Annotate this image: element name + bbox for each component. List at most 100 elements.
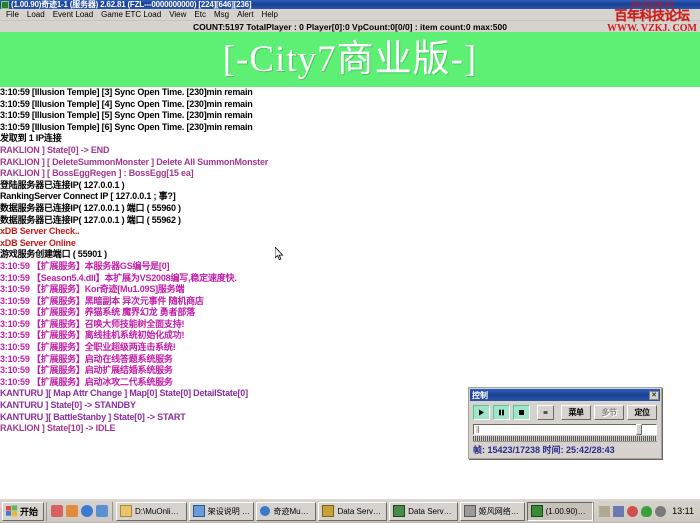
start-button-label: 开始 xyxy=(20,505,38,518)
server-banner: [-City7商业版-] xyxy=(0,32,700,87)
log-line: xDB Server Online xyxy=(0,238,700,250)
taskbar-item-label: 架设说明 - ... xyxy=(208,506,251,517)
qq-icon[interactable] xyxy=(51,505,63,517)
taskbar-item-muonline-folder[interactable]: D:\MuOnline... xyxy=(116,502,187,521)
menu-item-file[interactable]: File xyxy=(2,9,23,20)
window-title: (1.00.90)奇迹1-1 (服务器) 2.62.81 (FZL---0000… xyxy=(11,0,251,9)
playback-slider[interactable] xyxy=(473,424,657,435)
log-line: 3:10:59 【扩展服务】离线挂机系统初始化成功! xyxy=(0,330,700,342)
log-line: 3:10:59 [Illusion Temple] [4] Sync Open … xyxy=(0,99,700,111)
menu-item-view[interactable]: View xyxy=(165,9,190,20)
menubar: File Load Event Load Game ETC Load View … xyxy=(0,9,700,21)
folder-icon xyxy=(120,505,132,517)
locate-button[interactable]: 定位 xyxy=(627,405,657,420)
messenger-icon xyxy=(464,505,476,517)
log-line: RAKLION ] [ BossEggRegen ] : BossEgg[15 … xyxy=(0,168,700,180)
shortcut-icon[interactable] xyxy=(655,506,666,517)
control-window-body: 菜单 多节 定位 帧: 15423/17238 时间: 25:42/28:43 xyxy=(469,402,661,458)
menu-item-load[interactable]: Load xyxy=(23,9,49,20)
log-line: 3:10:59 【扩展服务】召唤大师技能树全面支持! xyxy=(0,319,700,331)
menu-item-event-load[interactable]: Event Load xyxy=(49,9,97,20)
menu-item-msg[interactable]: Msg xyxy=(210,9,233,20)
media-player-icon[interactable] xyxy=(66,505,78,517)
window-titlebar[interactable]: (1.00.90)奇迹1-1 (服务器) 2.62.81 (FZL---0000… xyxy=(0,0,700,9)
taskbar-item-setup-doc[interactable]: 架设说明 - ... xyxy=(189,502,255,521)
log-line: 3:10:59 【扩展服务】黑暗副本 异次元事件 随机商店 xyxy=(0,296,700,308)
log-line: RAKLION ] [ DeleteSummonMonster ] Delete… xyxy=(0,157,700,169)
log-line: xDB Server Check.. xyxy=(0,226,700,238)
log-line: 数据服务器已连接IP( 127.0.0.1 ) 端口 ( 55960 ) xyxy=(0,203,700,215)
pause-icon xyxy=(498,409,505,416)
tree-icon[interactable] xyxy=(641,506,652,517)
playback-control-window[interactable]: 控制 ✕ xyxy=(468,387,662,459)
slider-start-marker xyxy=(476,426,479,433)
menu-item-help[interactable]: Help xyxy=(258,9,282,20)
play-button[interactable] xyxy=(473,405,490,420)
desktop-root: (1.00.90)奇迹1-1 (服务器) 2.62.81 (FZL---0000… xyxy=(0,0,700,523)
taskbar-item-label: D:\MuOnline... xyxy=(135,507,183,516)
server-stats-text: COUNT:5197 TotalPlayer : 0 Player[0]:0 V… xyxy=(193,22,507,32)
taskbar-item-mu-database[interactable]: 奇迹Mu数... xyxy=(256,502,316,521)
document-icon xyxy=(193,505,205,517)
frame-step-button[interactable] xyxy=(537,405,554,420)
log-line: 登陆服务器已连接IP( 127.0.0.1 ) xyxy=(0,180,700,192)
log-line: 3:10:59 【Season5.4.dll】本扩展为VS2008编写,稳定速度… xyxy=(0,273,700,285)
data-server-icon xyxy=(322,505,334,517)
quick-launch-bar xyxy=(46,502,113,521)
playback-progress-track[interactable] xyxy=(473,436,657,442)
globe-icon xyxy=(260,506,270,516)
log-line: 3:10:59 [Illusion Temple] [6] Sync Open … xyxy=(0,122,700,134)
network-icon[interactable] xyxy=(613,506,624,517)
server-stats-bar: COUNT:5197 TotalPlayer : 0 Player[0]:0 V… xyxy=(0,21,700,32)
taskbar-item-label: 姬风网络Q... xyxy=(479,506,521,517)
log-line: 3:10:59 【扩展服务】养猫系统 魔界幻龙 勇者部落 xyxy=(0,307,700,319)
taskbar-clock[interactable]: 13:11 xyxy=(672,506,694,516)
log-line: RankingServer Connect IP [ 127.0.0.1 ; 事… xyxy=(0,191,700,203)
menu-item-game-etc-load[interactable]: Game ETC Load xyxy=(97,9,165,20)
printer-icon[interactable] xyxy=(599,506,610,517)
game-server-icon xyxy=(531,505,543,517)
explorer-icon[interactable] xyxy=(96,505,108,517)
close-icon[interactable]: ✕ xyxy=(649,391,659,400)
menu-item-alert[interactable]: Alert xyxy=(233,9,257,20)
pause-button[interactable] xyxy=(493,405,510,420)
log-line: 3:10:59 【扩展服务】启动在线答题系统服务 xyxy=(0,354,700,366)
taskbar-item-label: (1.00.90)奇... xyxy=(546,506,590,517)
log-line: 3:10:59 [Illusion Temple] [5] Sync Open … xyxy=(0,110,700,122)
browser-icon[interactable] xyxy=(81,505,93,517)
log-line: 发取到 1 IP连接 xyxy=(0,133,700,145)
taskbar-item-game-server[interactable]: (1.00.90)奇... xyxy=(527,502,594,521)
control-window-titlebar[interactable]: 控制 ✕ xyxy=(470,389,660,401)
taskbar-item-data-server-1[interactable]: Data Server... xyxy=(318,502,387,521)
data-server-icon-2 xyxy=(393,505,405,517)
taskbar-item-label: Data Server... xyxy=(408,507,454,516)
multi-section-button: 多节 xyxy=(594,405,624,420)
control-button-row: 菜单 多节 定位 xyxy=(473,405,657,420)
stop-button[interactable] xyxy=(513,405,530,420)
taskbar-item-label: 奇迹Mu数... xyxy=(273,506,312,517)
start-button[interactable]: 开始 xyxy=(2,502,44,521)
taskbar-item-data-server-2[interactable]: Data Server... xyxy=(389,502,458,521)
log-line: 3:10:59 [Illusion Temple] [3] Sync Open … xyxy=(0,87,700,99)
log-line: 3:10:59 【扩展服务】全职业超级两连击系统! xyxy=(0,342,700,354)
playback-status-text: 帧: 15423/17238 时间: 25:42/28:43 xyxy=(473,445,657,456)
stop-icon xyxy=(518,409,525,416)
antivirus-icon[interactable] xyxy=(627,506,638,517)
system-tray: 13:11 xyxy=(593,502,698,521)
taskbar-item-qq-network[interactable]: 姬风网络Q... xyxy=(460,502,525,521)
play-icon xyxy=(478,409,485,416)
log-line: 3:10:59 【扩展服务】启动扩展结婚系统服务 xyxy=(0,365,700,377)
log-line: 游戏服务创建端口 ( 55901 ) xyxy=(0,249,700,261)
slider-thumb[interactable] xyxy=(636,424,642,435)
frame-step-icon xyxy=(542,409,549,416)
menu-item-etc[interactable]: Etc xyxy=(190,9,210,20)
taskbar: 开始 D:\MuOnline... 架设说明 - ... 奇迹Mu数... xyxy=(0,498,700,523)
menu-button[interactable]: 菜单 xyxy=(561,405,591,420)
windows-logo-icon xyxy=(6,505,18,517)
server-app-icon xyxy=(1,1,9,9)
taskbar-task-list: D:\MuOnline... 架设说明 - ... 奇迹Mu数... Data … xyxy=(116,502,593,521)
taskbar-item-label: Data Server... xyxy=(337,507,383,516)
log-line: 3:10:59 【扩展服务】Kor奇迹[Mu1.09S]服务端 xyxy=(0,284,700,296)
log-line: 数据服务器已连接IP( 127.0.0.1 ) 端口 ( 55962 ) xyxy=(0,215,700,227)
control-window-title: 控制 xyxy=(472,390,488,401)
